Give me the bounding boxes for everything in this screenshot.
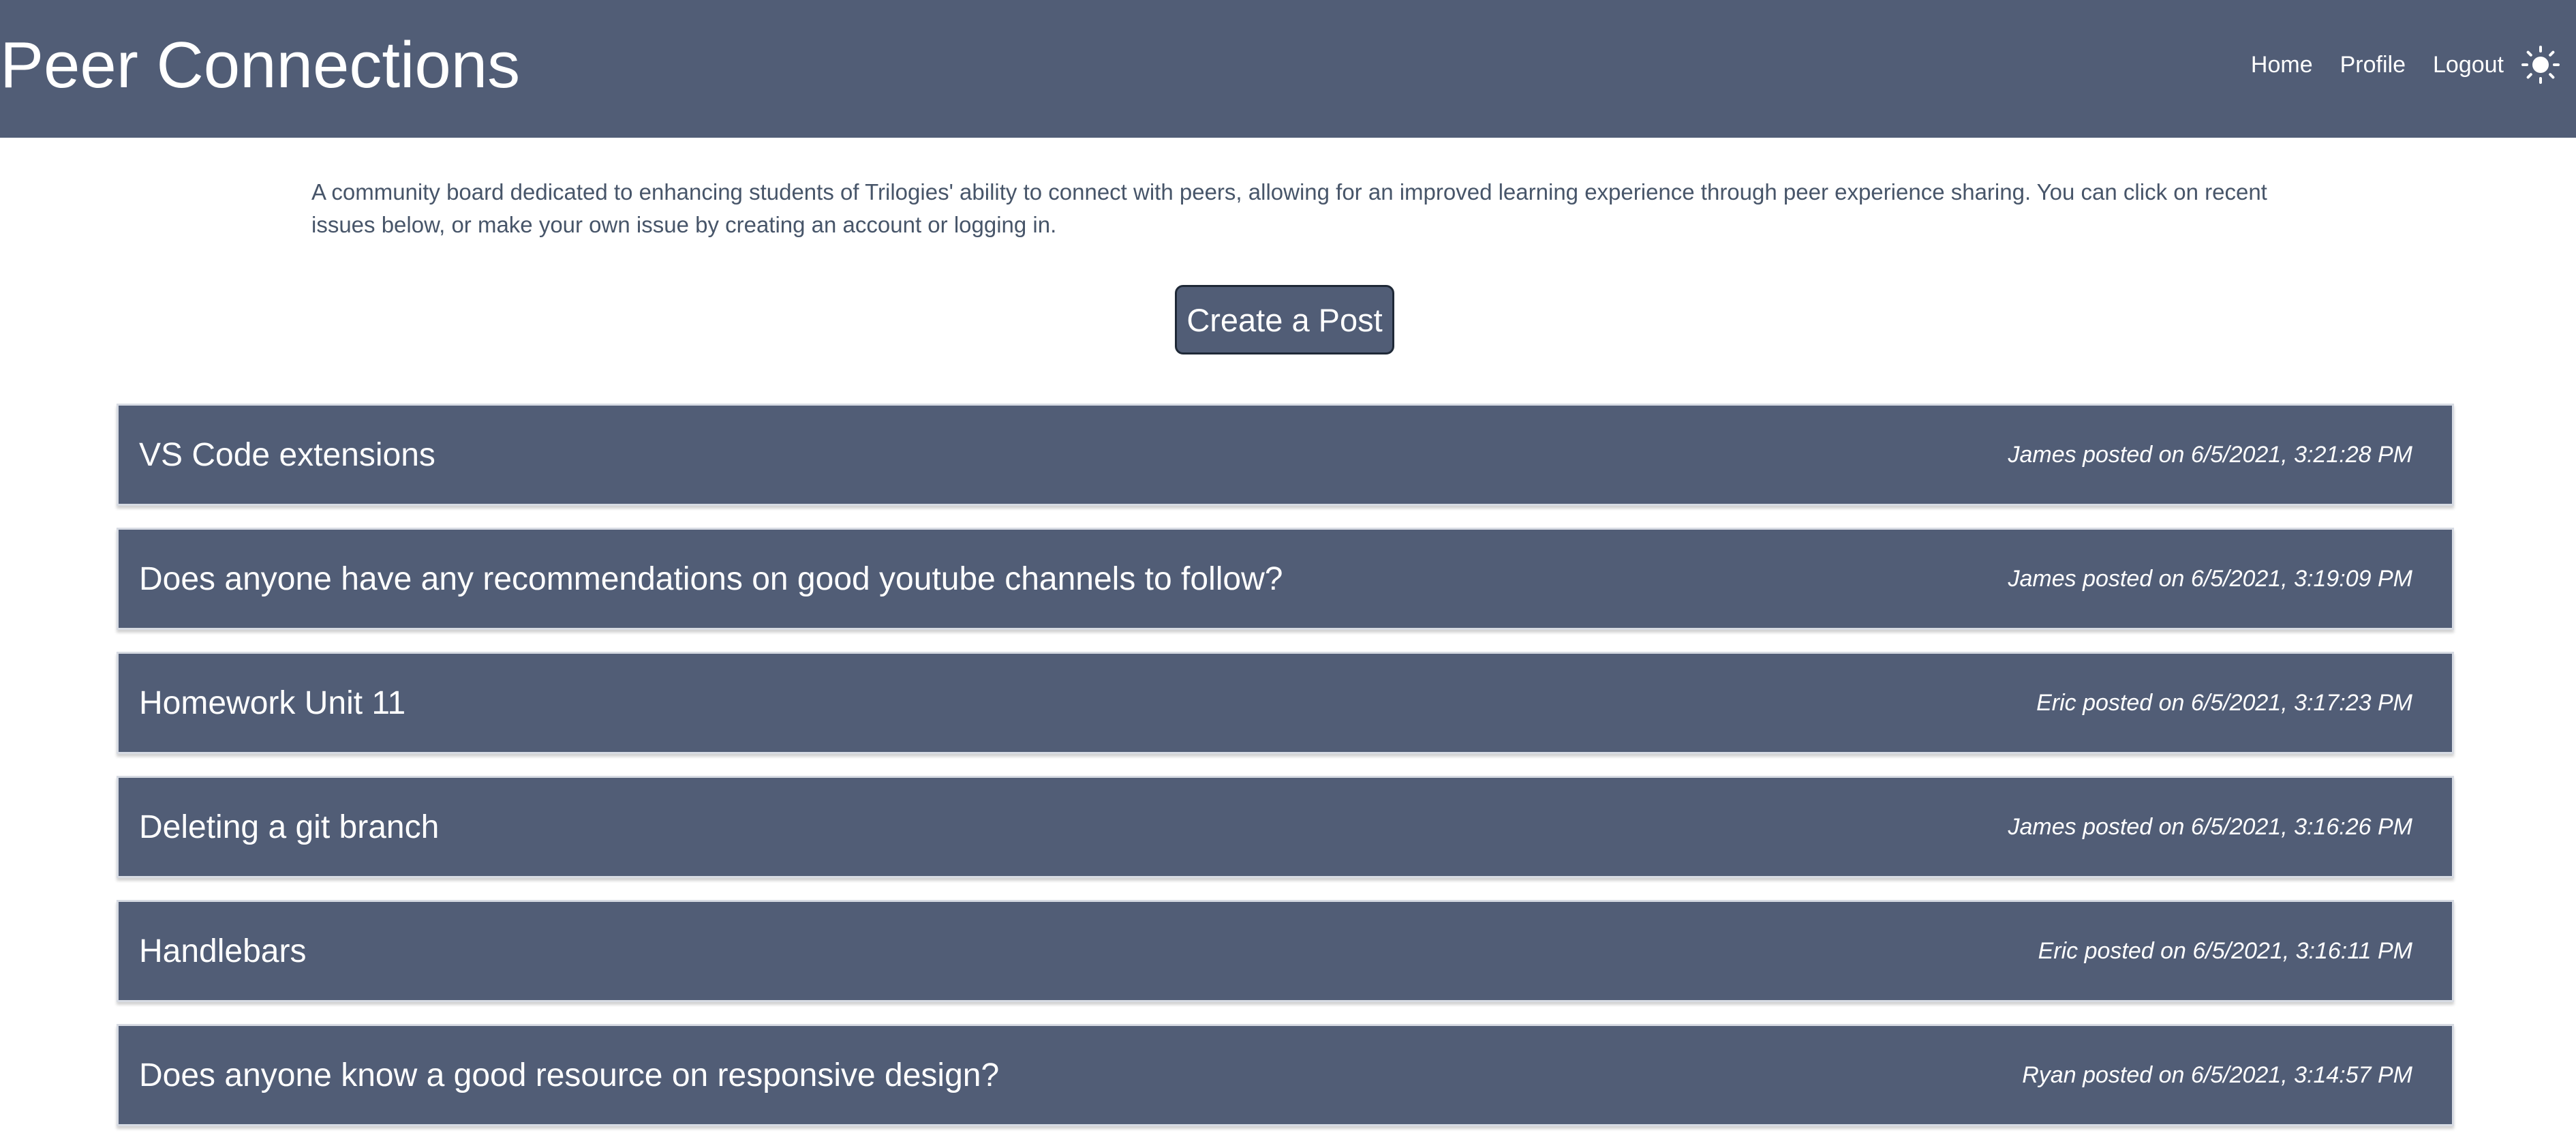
post-meta: James posted on 6/5/2021, 3:16:26 PM	[2008, 813, 2412, 840]
post-list: VS Code extensions James posted on 6/5/2…	[117, 404, 2454, 1148]
post-meta: James posted on 6/5/2021, 3:21:28 PM	[2008, 441, 2412, 468]
create-post-button[interactable]: Create a Post	[1175, 285, 1394, 354]
post-item[interactable]: Homework Unit 11 Eric posted on 6/5/2021…	[117, 652, 2454, 754]
post-meta: James posted on 6/5/2021, 3:19:09 PM	[2008, 565, 2412, 592]
post-meta: Eric posted on 6/5/2021, 3:16:11 PM	[2038, 937, 2412, 964]
main-nav: Home Profile Logout	[2251, 41, 2562, 89]
post-title: Does anyone have any recommendations on …	[139, 560, 1283, 597]
post-meta: Ryan posted on 6/5/2021, 3:14:57 PM	[2022, 1061, 2412, 1088]
post-meta: Eric posted on 6/5/2021, 3:17:23 PM	[2036, 689, 2412, 716]
post-item[interactable]: Does anyone have any recommendations on …	[117, 528, 2454, 630]
post-title: Does anyone know a good resource on resp…	[139, 1057, 1000, 1093]
nav-link-profile[interactable]: Profile	[2340, 52, 2406, 78]
sun-icon-graphic	[2521, 46, 2560, 84]
post-title: VS Code extensions	[139, 436, 435, 473]
nav-link-home[interactable]: Home	[2251, 52, 2313, 78]
post-item[interactable]: Does anyone know a good resource on resp…	[117, 1024, 2454, 1126]
post-title: Homework Unit 11	[139, 684, 406, 721]
site-title: Peer Connections	[0, 29, 521, 102]
post-item[interactable]: Deleting a git branch James posted on 6/…	[117, 776, 2454, 878]
post-item[interactable]: Handlebars Eric posted on 6/5/2021, 3:16…	[117, 900, 2454, 1002]
post-item[interactable]: VS Code extensions James posted on 6/5/2…	[117, 404, 2454, 506]
sun-icon[interactable]	[2519, 43, 2562, 87]
post-title: Deleting a git branch	[139, 809, 440, 845]
site-header: Peer Connections Home Profile Logout	[0, 0, 2576, 138]
nav-link-logout[interactable]: Logout	[2433, 52, 2504, 78]
intro-text: A community board dedicated to enhancing…	[311, 179, 2267, 237]
post-title: Handlebars	[139, 933, 307, 969]
